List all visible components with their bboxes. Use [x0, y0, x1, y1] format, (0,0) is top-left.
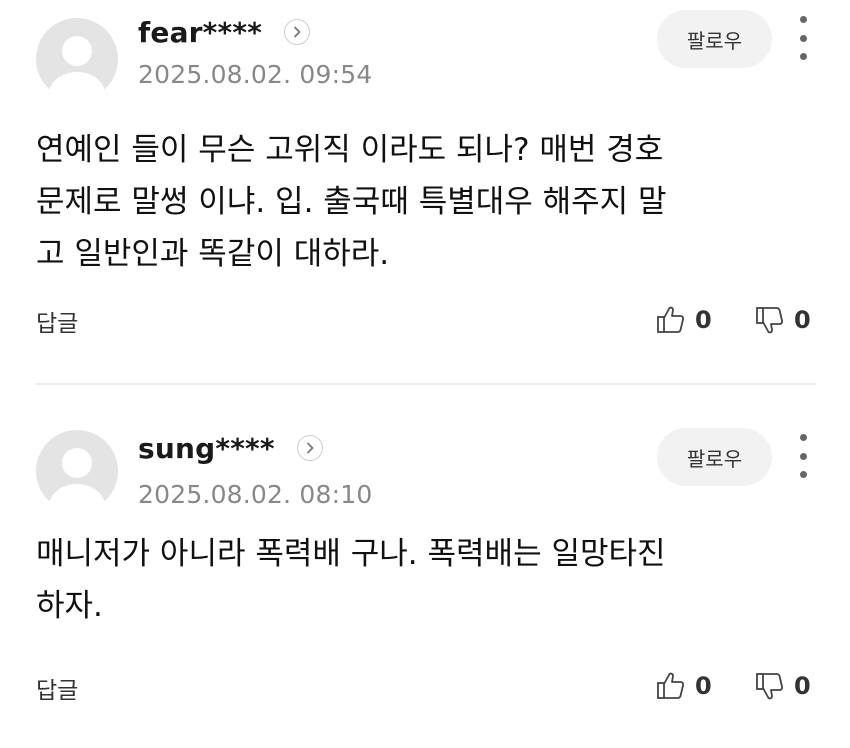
comment-line: 문제로 말썽 이냐. 입. 출국때 특별대우 해주지 말	[36, 184, 667, 220]
more-vertical-icon[interactable]	[793, 16, 813, 60]
like-button[interactable]: 0	[655, 302, 712, 338]
reply-button[interactable]: 답글	[36, 671, 78, 705]
timestamp: 2025.08.02. 08:10	[138, 480, 373, 509]
thumbs-up-icon	[657, 672, 685, 699]
username-row: fear****	[138, 10, 311, 54]
chevron-right-icon[interactable]	[284, 19, 311, 45]
dislike-button[interactable]: 0	[754, 668, 811, 704]
avatar[interactable]	[36, 18, 118, 100]
dislike-button[interactable]: 0	[754, 302, 811, 338]
thumbs-down-icon	[756, 673, 784, 700]
like-button[interactable]: 0	[655, 668, 712, 704]
comment-body: 연예인 들이 무슨 고위직 이라도 되나? 매번 경호 문제로 말썽 이냐. 입…	[36, 124, 806, 280]
default-avatar-icon	[49, 36, 105, 100]
default-avatar-icon	[49, 448, 105, 512]
comment-line: 하자.	[36, 588, 103, 624]
comment-line: 고 일반인과 똑같이 대하라.	[36, 236, 390, 272]
thumbs-down-icon	[756, 307, 784, 334]
comment-item: sung**** 2025.08.02. 08:10 팔로우 매니저가 아니라 …	[0, 386, 850, 748]
divider	[36, 383, 816, 385]
follow-button[interactable]: 팔로우	[657, 10, 772, 68]
more-vertical-icon[interactable]	[793, 434, 813, 478]
comment-body: 매니저가 아니라 폭력배 구나. 폭력배는 일망타진 하자.	[36, 528, 806, 632]
dislike-count: 0	[794, 306, 811, 334]
chevron-right-icon[interactable]	[296, 435, 323, 461]
comment-line: 매니저가 아니라 폭력배 구나. 폭력배는 일망타진	[36, 536, 666, 572]
follow-button[interactable]: 팔로우	[657, 428, 772, 486]
comment-item: fear**** 2025.08.02. 09:54 팔로우 연예인 들이 무슨…	[0, 0, 850, 385]
thumbs-up-icon	[657, 306, 685, 333]
reply-button[interactable]: 답글	[36, 304, 78, 338]
like-count: 0	[695, 672, 712, 700]
username-row: sung****	[138, 426, 323, 470]
timestamp: 2025.08.02. 09:54	[138, 60, 373, 89]
like-count: 0	[695, 306, 712, 334]
comment-line: 연예인 들이 무슨 고위직 이라도 되나? 매번 경호	[36, 132, 664, 168]
username[interactable]: fear****	[138, 16, 262, 49]
username[interactable]: sung****	[138, 432, 275, 465]
dislike-count: 0	[794, 672, 811, 700]
avatar[interactable]	[36, 430, 118, 512]
